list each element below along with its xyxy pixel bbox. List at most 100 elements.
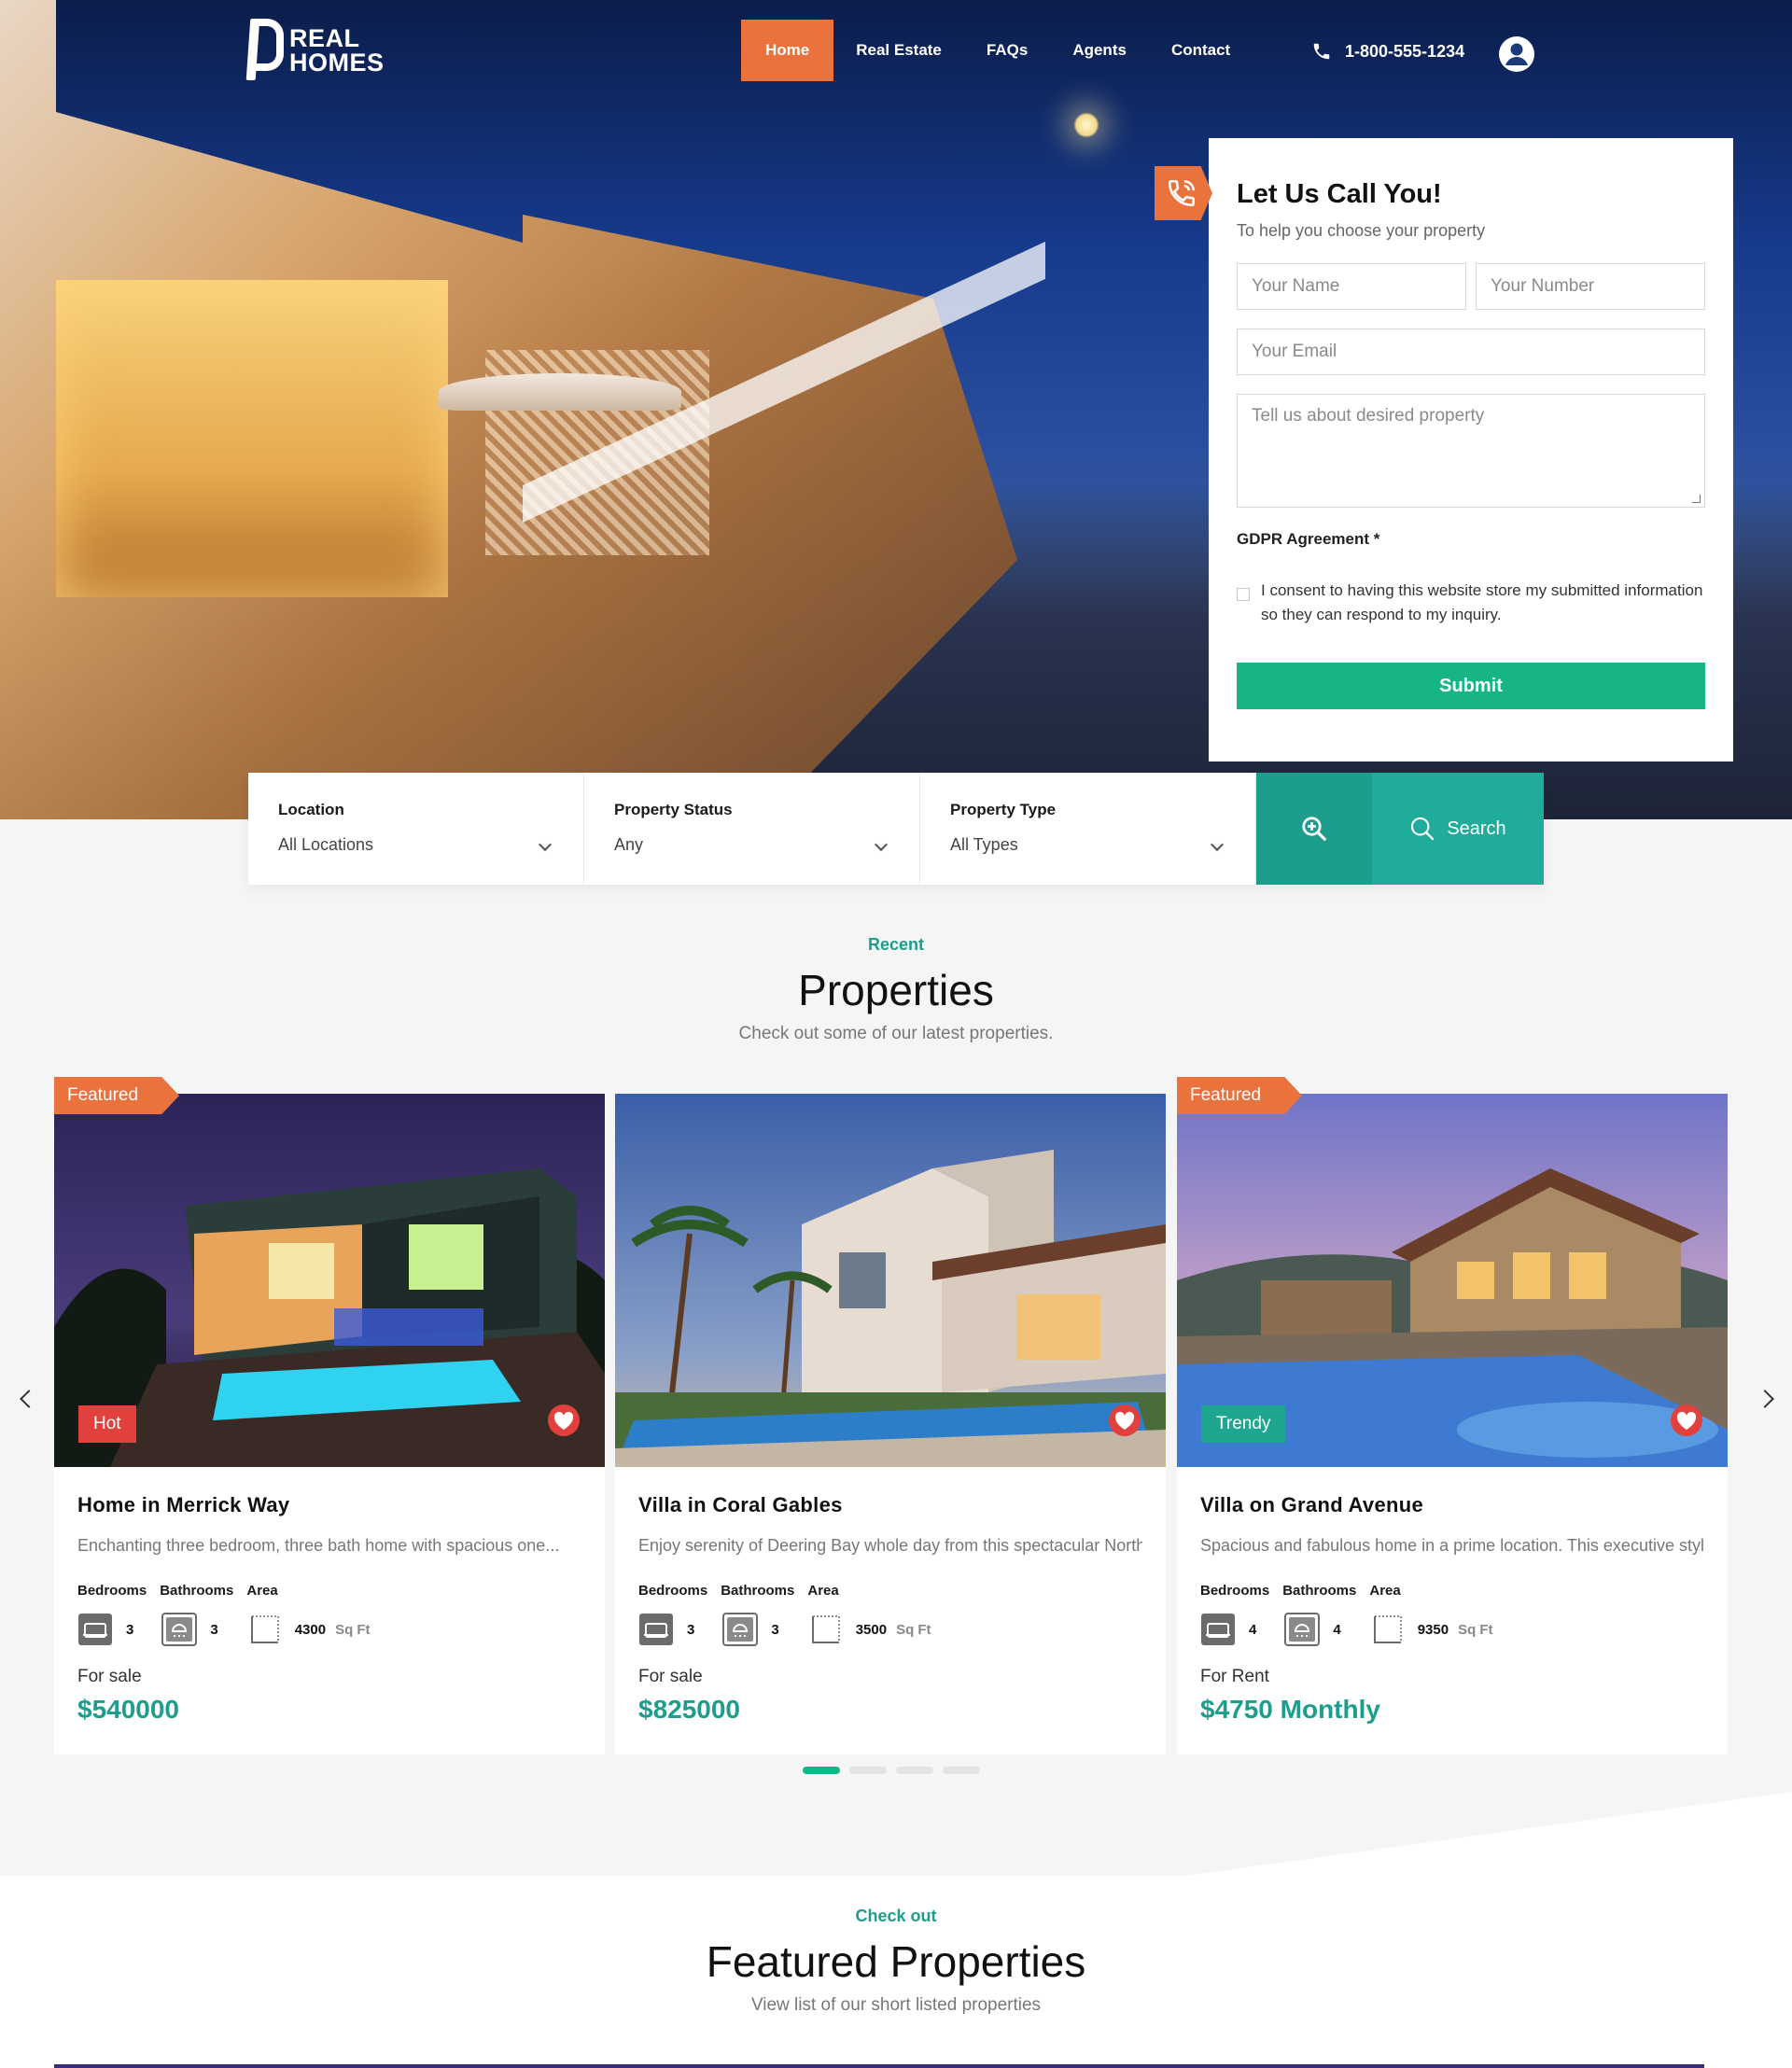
property-title[interactable]: Villa in Coral Gables (638, 1493, 843, 1517)
consent-text: I consent to having this website store m… (1261, 581, 1703, 623)
featured-carousel-top (54, 2064, 1704, 2068)
favorite-heart-icon[interactable] (545, 1402, 582, 1439)
property-status: For sale (638, 1667, 703, 1686)
phone-number: 1-800-555-1234 (1345, 41, 1465, 61)
property-status: For sale (77, 1667, 142, 1686)
carousel-dot[interactable] (803, 1767, 840, 1774)
user-account-icon[interactable] (1498, 35, 1535, 73)
property-image[interactable] (615, 1094, 1166, 1467)
area-value: 3500 (855, 1621, 888, 1638)
bathrooms-count: 3 (210, 1621, 218, 1638)
featured-subtitle: View list of our short listed properties (750, 1995, 1042, 2015)
property-title[interactable]: Home in Merrick Way (77, 1493, 289, 1517)
property-search-bar: Location All Locations Property Status A… (248, 773, 1544, 885)
status-label: Property Status (614, 801, 733, 818)
search-icon (1411, 817, 1435, 841)
property-description: Spacious and fabulous home in a prime lo… (1200, 1536, 1704, 1555)
property-card[interactable]: Featured Hot Home in Merrick Way Enchant… (54, 1077, 605, 1754)
carousel-next-icon[interactable] (1756, 1390, 1774, 1408)
bathrooms-label: Bathrooms (160, 1583, 234, 1599)
status-select[interactable]: Property Status Any (584, 773, 920, 885)
phone-icon (1313, 43, 1330, 60)
callback-form: Let Us Call You! To help you choose your… (1155, 138, 1733, 762)
recent-kicker: Recent (867, 935, 925, 954)
hot-badge: Hot (78, 1405, 136, 1443)
carousel-dots (803, 1767, 980, 1774)
bedrooms-label: Bedrooms (1200, 1583, 1270, 1599)
property-price: $825000 (638, 1695, 741, 1724)
advanced-search-button[interactable] (1256, 773, 1372, 885)
consent-checkbox[interactable] (1237, 588, 1250, 601)
zoom-plus-icon (1302, 817, 1326, 841)
property-price: $4750 Monthly (1200, 1695, 1380, 1724)
carousel-dot[interactable] (896, 1767, 933, 1774)
property-status: For Rent (1200, 1667, 1269, 1686)
area-unit: Sq Ft (896, 1621, 931, 1638)
property-meta-labels: Bedrooms Bathrooms Area (638, 1583, 839, 1599)
featured-kicker: Check out (855, 1907, 937, 1925)
logo-text: REAL HOMES (289, 24, 385, 76)
message-textarea[interactable]: Tell us about desired property (1237, 394, 1705, 508)
area-icon (246, 1613, 282, 1646)
bathrooms-count: 3 (771, 1621, 779, 1638)
property-description: Enjoy serenity of Deering Bay whole day … (638, 1536, 1142, 1555)
hero-umbrella (439, 373, 681, 411)
email-input[interactable]: Your Email (1237, 328, 1705, 375)
nav-real-estate[interactable]: Real Estate (833, 20, 964, 81)
bedrooms-count: 3 (126, 1621, 134, 1638)
shower-icon (161, 1613, 198, 1646)
submit-button[interactable]: Submit (1237, 663, 1705, 709)
area-value: 4300 (294, 1621, 327, 1638)
featured-ribbon: Featured (54, 1077, 180, 1114)
area-label: Area (807, 1583, 839, 1599)
carousel-dot[interactable] (849, 1767, 887, 1774)
nav-faqs[interactable]: FAQs (964, 20, 1050, 81)
bathrooms-count: 4 (1333, 1621, 1341, 1638)
logo-line1: REAL (289, 24, 360, 52)
area-label: Area (246, 1583, 278, 1599)
carousel-dot[interactable] (943, 1767, 980, 1774)
carousel-prev-icon[interactable] (20, 1390, 38, 1408)
callback-subtitle: To help you choose your property (1237, 221, 1486, 240)
logo-mark-icon (245, 17, 284, 84)
favorite-heart-icon[interactable] (1106, 1402, 1143, 1439)
type-select[interactable]: Property Type All Types (920, 773, 1256, 885)
search-button[interactable]: Search (1372, 773, 1544, 885)
property-meta: 4 4 9350 Sq Ft (1200, 1613, 1493, 1646)
hero-lit-room (56, 280, 448, 597)
number-input[interactable]: Your Number (1476, 263, 1705, 310)
bed-icon (638, 1613, 674, 1646)
bathrooms-label: Bathrooms (721, 1583, 795, 1599)
bed-icon (77, 1613, 113, 1646)
property-meta: 3 3 4300 Sq Ft (77, 1613, 371, 1646)
location-value: All Locations (278, 835, 374, 854)
shower-icon (1284, 1613, 1321, 1646)
property-card[interactable]: Villa in Coral Gables Enjoy serenity of … (615, 1094, 1166, 1754)
header-phone[interactable]: 1-800-555-1234 (1311, 41, 1464, 62)
property-card[interactable]: Featured Trendy Villa on Grand Avenue Sp… (1177, 1077, 1728, 1754)
recent-subtitle: Check out some of our latest properties. (738, 1024, 1054, 1043)
callback-tag (1155, 166, 1212, 220)
site-logo[interactable]: REAL HOMES (245, 17, 385, 84)
search-button-label: Search (1447, 817, 1506, 839)
nav-contact[interactable]: Contact (1149, 20, 1253, 81)
bed-icon (1200, 1613, 1236, 1646)
area-label: Area (1369, 1583, 1401, 1599)
property-title[interactable]: Villa on Grand Avenue (1200, 1493, 1423, 1517)
bedrooms-count: 3 (687, 1621, 695, 1638)
property-description: Enchanting three bedroom, three bath hom… (77, 1536, 560, 1555)
area-icon (1369, 1613, 1405, 1646)
moon (1073, 112, 1099, 138)
area-unit: Sq Ft (335, 1621, 371, 1638)
name-input[interactable]: Your Name (1237, 263, 1466, 310)
location-select[interactable]: Location All Locations (248, 773, 584, 885)
property-meta-labels: Bedrooms Bathrooms Area (1200, 1583, 1401, 1599)
bedrooms-label: Bedrooms (638, 1583, 708, 1599)
property-image[interactable] (54, 1094, 605, 1467)
nav-agents[interactable]: Agents (1050, 20, 1149, 81)
main-nav: Home Real Estate FAQs Agents Contact (741, 20, 1253, 81)
bedrooms-count: 4 (1249, 1621, 1257, 1638)
favorite-heart-icon[interactable] (1668, 1402, 1705, 1439)
nav-home[interactable]: Home (741, 20, 834, 81)
trendy-badge: Trendy (1201, 1405, 1286, 1443)
